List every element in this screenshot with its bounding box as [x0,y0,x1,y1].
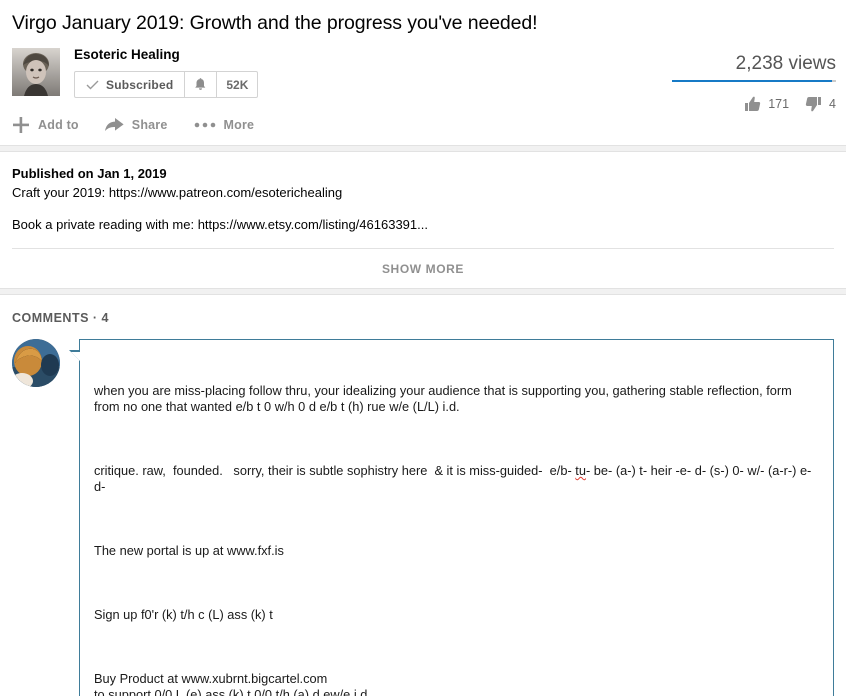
channel-meta-row: Esoteric Healing Subscribed 52K 2,238 vi… [0,40,846,112]
like-count: 171 [768,97,790,111]
bubble-tail-inner [71,352,80,361]
thumbs-down-icon [805,97,822,112]
show-more-button[interactable]: SHOW MORE [382,262,464,276]
title-row: Virgo January 2019: Growth and the progr… [0,0,846,40]
plus-icon [13,117,29,133]
description-gap [12,202,834,215]
comment-paragraph-4: Sign up f0'r (k) t/h c (L) ass (k) t [94,607,273,622]
thumbs-up-icon [745,96,761,111]
show-more-wrap: SHOW MORE [12,248,834,288]
more-label: More [223,118,255,132]
video-stats: 2,238 views 171 4 [636,52,836,112]
bell-icon [195,77,206,90]
p2-part-a: critique. raw, founded. sorry, their is … [94,463,576,478]
view-count: 2,238 views [735,53,836,74]
p5-line2-a: to support 0/0 L (e) ass (k) t 0/0 t/h (… [94,687,324,696]
p5-line1: Buy Product at www.xubrnt.bigcartel.com [94,671,328,686]
video-title: Virgo January 2019: Growth and the progr… [12,12,538,34]
avatar-image [12,48,60,96]
description-section: Published on Jan 1, 2019 Craft your 2019… [0,152,846,234]
description-line-1[interactable]: Craft your 2019: https://www.patreon.com… [12,183,834,202]
comment-compose-row: when you are miss-placing follow thru, y… [0,325,846,696]
comments-header: COMMENTS · 4 [12,311,109,325]
more-button[interactable]: More [194,118,255,132]
dislike-count: 4 [829,97,836,111]
like-ratio-bar [672,80,836,82]
share-arrow-icon [104,118,124,131]
comment-paragraph-1: when you are miss-placing follow thru, y… [94,383,819,415]
add-to-label: Add to [38,118,79,132]
p5-misspelled-word: ew [323,687,340,696]
dislike-button[interactable]: 4 [805,96,836,112]
notification-bell-button[interactable] [185,72,216,97]
subscribed-button[interactable]: Subscribed [75,72,184,97]
commenter-avatar-image [12,339,60,387]
channel-avatar[interactable] [12,48,60,96]
section-separator-2 [0,288,846,295]
subscriber-count: 52K [226,77,249,92]
p2-misspelled-word: tu [575,463,586,478]
share-label: Share [131,118,168,132]
published-date: Published on Jan 1, 2019 [12,166,167,181]
ratings-row: 171 4 [636,96,836,112]
like-button[interactable]: 171 [744,96,789,112]
check-icon [86,80,99,89]
subscribe-group: Subscribed 52K [74,71,259,98]
p5-line2-b: /e i.d. [339,687,371,696]
channel-name[interactable]: Esoteric Healing [74,46,258,64]
comment-paragraph-3: The new portal is up at www.fxf.is [94,543,284,558]
comment-draft-text[interactable]: when you are miss-placing follow thru, y… [94,351,819,696]
subscribed-label: Subscribed [106,77,174,92]
section-separator-1 [0,145,846,152]
p1-line1: when you are miss-placing follow thru, y… [94,383,792,398]
youtube-video-page: Virgo January 2019: Growth and the progr… [0,0,846,696]
channel-block: Esoteric Healing Subscribed 52K [74,44,259,98]
comment-paragraph-2: critique. raw, founded. sorry, their is … [94,463,819,495]
comment-input-box[interactable]: when you are miss-placing follow thru, y… [69,339,834,696]
commenter-avatar[interactable] [12,339,60,387]
p1-line2: from no one that wanted e/b t 0 w/h 0 d … [94,399,460,414]
ellipsis-icon [194,122,215,128]
comment-paragraph-5: Buy Product at www.xubrnt.bigcartel.com t… [94,671,819,696]
add-to-button[interactable]: Add to [12,116,79,134]
share-button[interactable]: Share [104,117,168,133]
like-ratio-fill [672,80,832,82]
description-line-2[interactable]: Book a private reading with me: https://… [12,215,834,234]
